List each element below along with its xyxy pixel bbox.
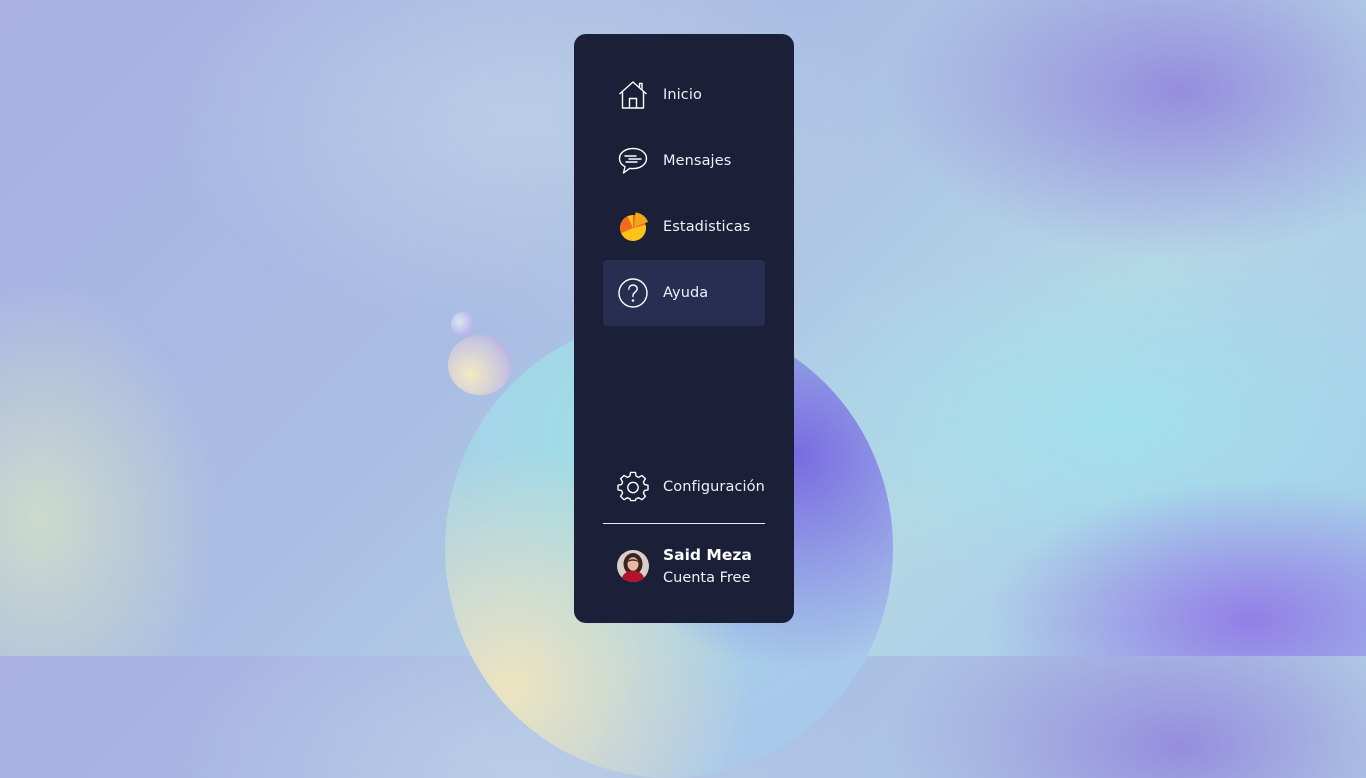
- sidebar-item-inicio[interactable]: Inicio: [603, 62, 765, 128]
- background-sphere-small: [448, 335, 512, 395]
- sidebar-item-label: Inicio: [663, 87, 702, 103]
- help-circle-icon: [617, 277, 649, 309]
- sidebar-item-label: Configuración: [663, 479, 765, 495]
- gear-icon: [617, 471, 649, 503]
- sidebar-item-configuracion[interactable]: Configuración: [603, 454, 765, 520]
- chat-bubble-icon: [617, 145, 649, 177]
- sidebar-item-mensajes[interactable]: Mensajes: [603, 128, 765, 194]
- sidebar-item-label: Ayuda: [663, 285, 709, 301]
- home-icon: [617, 79, 649, 111]
- sidebar-item-estadisticas[interactable]: Estadisticas: [603, 194, 765, 260]
- background-sphere-tiny: [451, 312, 475, 336]
- user-name: Said Meza: [663, 545, 752, 564]
- sidebar-item-ayuda[interactable]: Ayuda: [603, 260, 765, 326]
- user-profile[interactable]: Said Meza Cuenta Free: [603, 536, 773, 596]
- pie-chart-icon: [617, 211, 649, 243]
- sidebar-item-label: Estadisticas: [663, 219, 751, 235]
- avatar: [617, 550, 649, 582]
- divider: [603, 523, 765, 524]
- sidebar: Inicio Mensajes Estadisticas Ayuda Confi…: [574, 34, 794, 623]
- sidebar-item-label: Mensajes: [663, 153, 732, 169]
- user-plan: Cuenta Free: [663, 569, 751, 586]
